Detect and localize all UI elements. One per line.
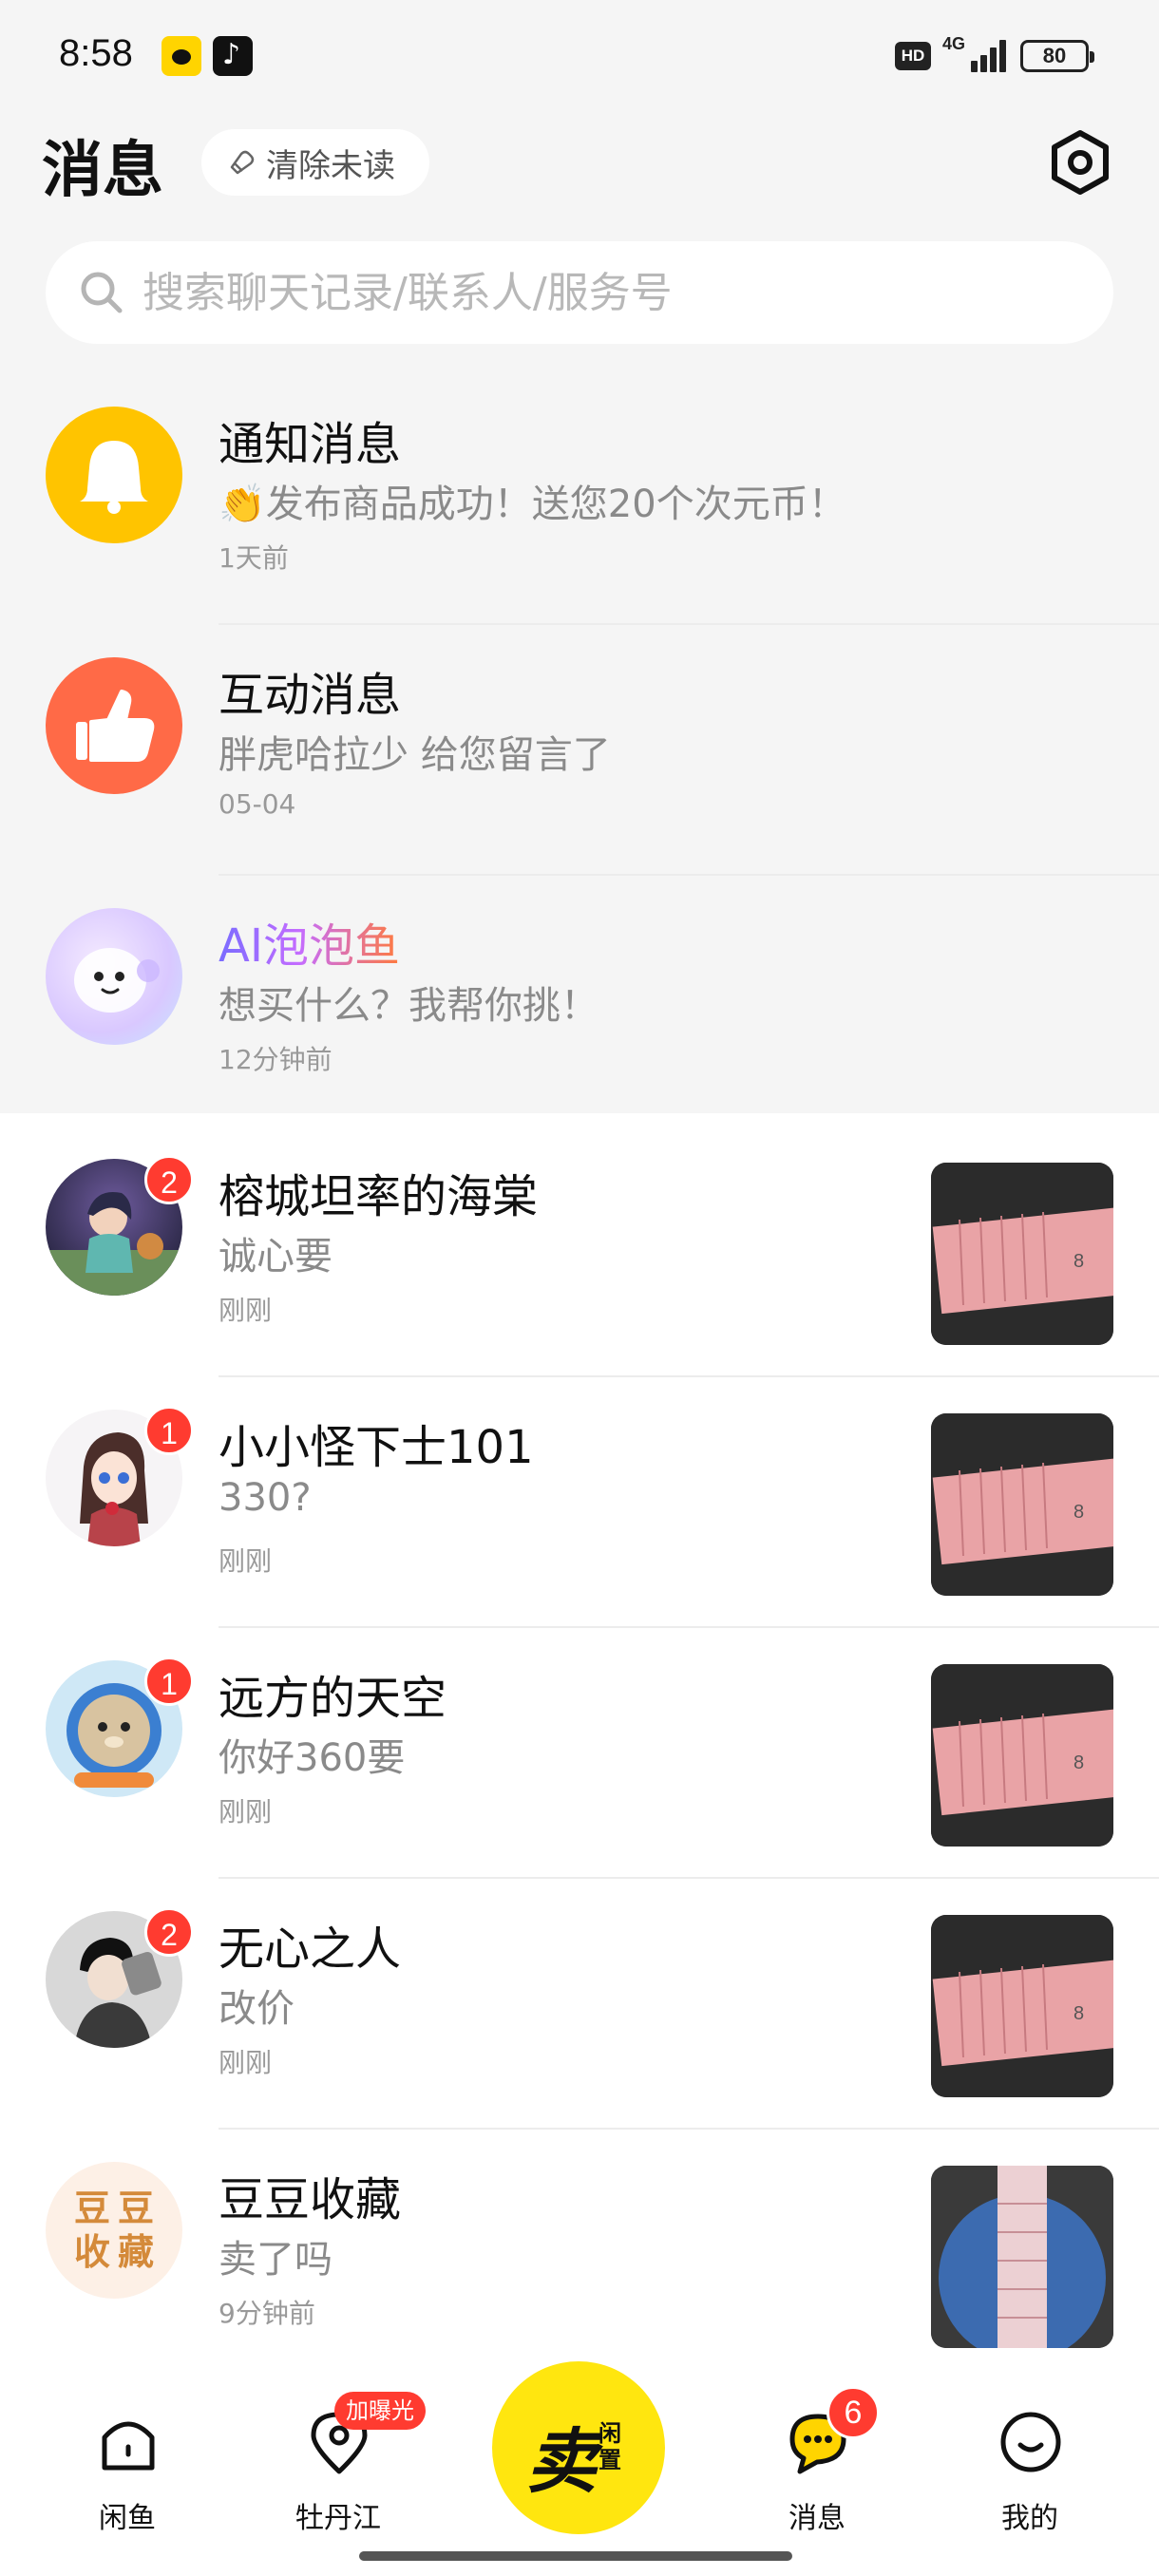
- sell-main-label: 卖: [526, 2421, 597, 2503]
- unread-badge: 2: [144, 1155, 194, 1204]
- home-indicator[interactable]: [359, 2551, 792, 2561]
- chat-time: 刚刚: [218, 1796, 273, 1828]
- row-preview: 想买什么？我帮你挑！: [218, 984, 598, 1028]
- row-preview: 👏发布商品成功！送您20个次元币！: [218, 483, 846, 526]
- bottom-navigation: 闲鱼 牡丹江 加曝光 卖 闲置 消息 6 我的: [0, 2361, 1159, 2576]
- nav-me[interactable]: 我的: [944, 2365, 1115, 2555]
- chat-name: 远方的天空: [218, 1672, 447, 1725]
- signal-icon: [967, 38, 1009, 72]
- ai-assistant-row[interactable]: AI泡泡鱼 想买什么？我帮你挑！ 12分钟前: [0, 876, 1159, 1127]
- hd-voice-indicator: HD: [895, 42, 931, 70]
- nav-local-label: 牡丹江: [295, 2502, 381, 2535]
- clear-unread-button[interactable]: 清除未读: [201, 129, 429, 196]
- nav-home-label: 闲鱼: [99, 2502, 156, 2535]
- chat-name: 豆豆收藏: [218, 2173, 402, 2226]
- chat-time: 刚刚: [218, 2047, 273, 2078]
- chat-name: 榕城坦率的海棠: [218, 1170, 539, 1223]
- chat-name: 小小怪下士101: [218, 1421, 534, 1474]
- chat-row[interactable]: 2 无心之人 改价 刚刚 8: [0, 1879, 1159, 2130]
- nav-messages-label: 消息: [788, 2502, 846, 2535]
- chat-message: 330?: [218, 1476, 312, 1520]
- sell-sub-label: 闲置: [598, 2420, 621, 2473]
- tiktok-notification-icon: [213, 36, 253, 76]
- bell-icon: [46, 407, 182, 543]
- avatar-char: 收: [73, 2230, 110, 2273]
- home-icon: [102, 2421, 155, 2471]
- avatar-char: 藏: [117, 2230, 154, 2273]
- product-thumbnail[interactable]: 8: [931, 1915, 1113, 2097]
- chat-row[interactable]: 1 远方的天空 你好360要 刚刚 8: [0, 1628, 1159, 1879]
- chat-row[interactable]: 1 小小怪下士101 330? 刚刚 8: [0, 1377, 1159, 1628]
- status-time: 8:58: [59, 32, 133, 74]
- brush-icon: [230, 150, 255, 175]
- interaction-messages-row[interactable]: 互动消息 胖虎哈拉少 给您留言了 05-04: [0, 625, 1159, 876]
- user-avatar[interactable]: 豆 豆 收 藏: [46, 2162, 182, 2299]
- profile-smile-icon: [1000, 2412, 1061, 2472]
- nav-local[interactable]: 牡丹江 加曝光: [253, 2365, 426, 2555]
- svg-text:8: 8: [1074, 1752, 1084, 1773]
- battery-indicator: 80: [1020, 40, 1094, 72]
- product-thumbnail[interactable]: 8: [931, 1413, 1113, 1596]
- nav-me-label: 我的: [1001, 2502, 1058, 2535]
- chat-message: 改价: [218, 1987, 294, 2031]
- chat-message: 卖了吗: [218, 2238, 332, 2282]
- chat-row[interactable]: 豆 豆 收 藏 豆豆收藏 卖了吗 9分钟前: [0, 2130, 1159, 2380]
- nav-home[interactable]: 闲鱼: [42, 2365, 213, 2555]
- chat-time: 刚刚: [218, 1545, 273, 1577]
- notification-app-icon: [162, 36, 201, 76]
- boost-badge: 加曝光: [334, 2392, 426, 2430]
- product-thumbnail[interactable]: 8: [931, 1163, 1113, 1345]
- chat-row[interactable]: 2 榕城坦率的海棠 诚心要 刚刚 8: [0, 1127, 1159, 1377]
- unread-badge: 2: [144, 1907, 194, 1957]
- search-icon: [81, 272, 123, 313]
- search-bar[interactable]: [46, 241, 1113, 344]
- svg-text:8: 8: [1074, 1502, 1084, 1523]
- nav-messages[interactable]: 消息 6: [732, 2365, 902, 2555]
- chat-time: 刚刚: [218, 1295, 273, 1326]
- svg-text:8: 8: [1074, 1251, 1084, 1272]
- row-preview: 胖虎哈拉少 给您留言了: [218, 733, 611, 777]
- avatar-char: 豆: [117, 2187, 154, 2229]
- product-thumbnail[interactable]: 8: [931, 1664, 1113, 1847]
- row-time: 05-04: [218, 788, 296, 820]
- notification-messages-row[interactable]: 通知消息 👏发布商品成功！送您20个次元币！ 1天前: [0, 374, 1159, 625]
- thumbs-up-icon: [46, 657, 182, 794]
- row-time: 1天前: [218, 542, 289, 574]
- product-thumbnail[interactable]: [931, 2166, 1113, 2348]
- settings-button[interactable]: [1045, 127, 1115, 198]
- unread-badge: 1: [144, 1657, 194, 1706]
- gear-icon: [1052, 130, 1109, 195]
- status-bar: 8:58 HD 4G 80: [0, 0, 1159, 114]
- chat-message: 你好360要: [218, 1736, 406, 1780]
- unread-badge: 1: [144, 1406, 194, 1455]
- row-title: AI泡泡鱼: [218, 919, 400, 973]
- avatar-char: 豆: [73, 2187, 110, 2229]
- clear-unread-label: 清除未读: [266, 146, 395, 185]
- messages-badge: 6: [826, 2386, 880, 2439]
- row-title: 互动消息: [218, 669, 402, 722]
- chat-name: 无心之人: [218, 1923, 402, 1976]
- search-input[interactable]: [142, 268, 1054, 317]
- chat-time: 9分钟前: [218, 2298, 315, 2329]
- chat-message: 诚心要: [218, 1235, 332, 1279]
- row-title: 通知消息: [218, 418, 402, 471]
- row-time: 12分钟前: [218, 1044, 332, 1075]
- sell-button[interactable]: 卖 闲置: [492, 2361, 665, 2534]
- svg-text:8: 8: [1074, 2003, 1084, 2024]
- network-type: 4G: [942, 34, 966, 53]
- ai-fish-avatar: [46, 908, 182, 1045]
- page-title: 消息: [42, 136, 163, 206]
